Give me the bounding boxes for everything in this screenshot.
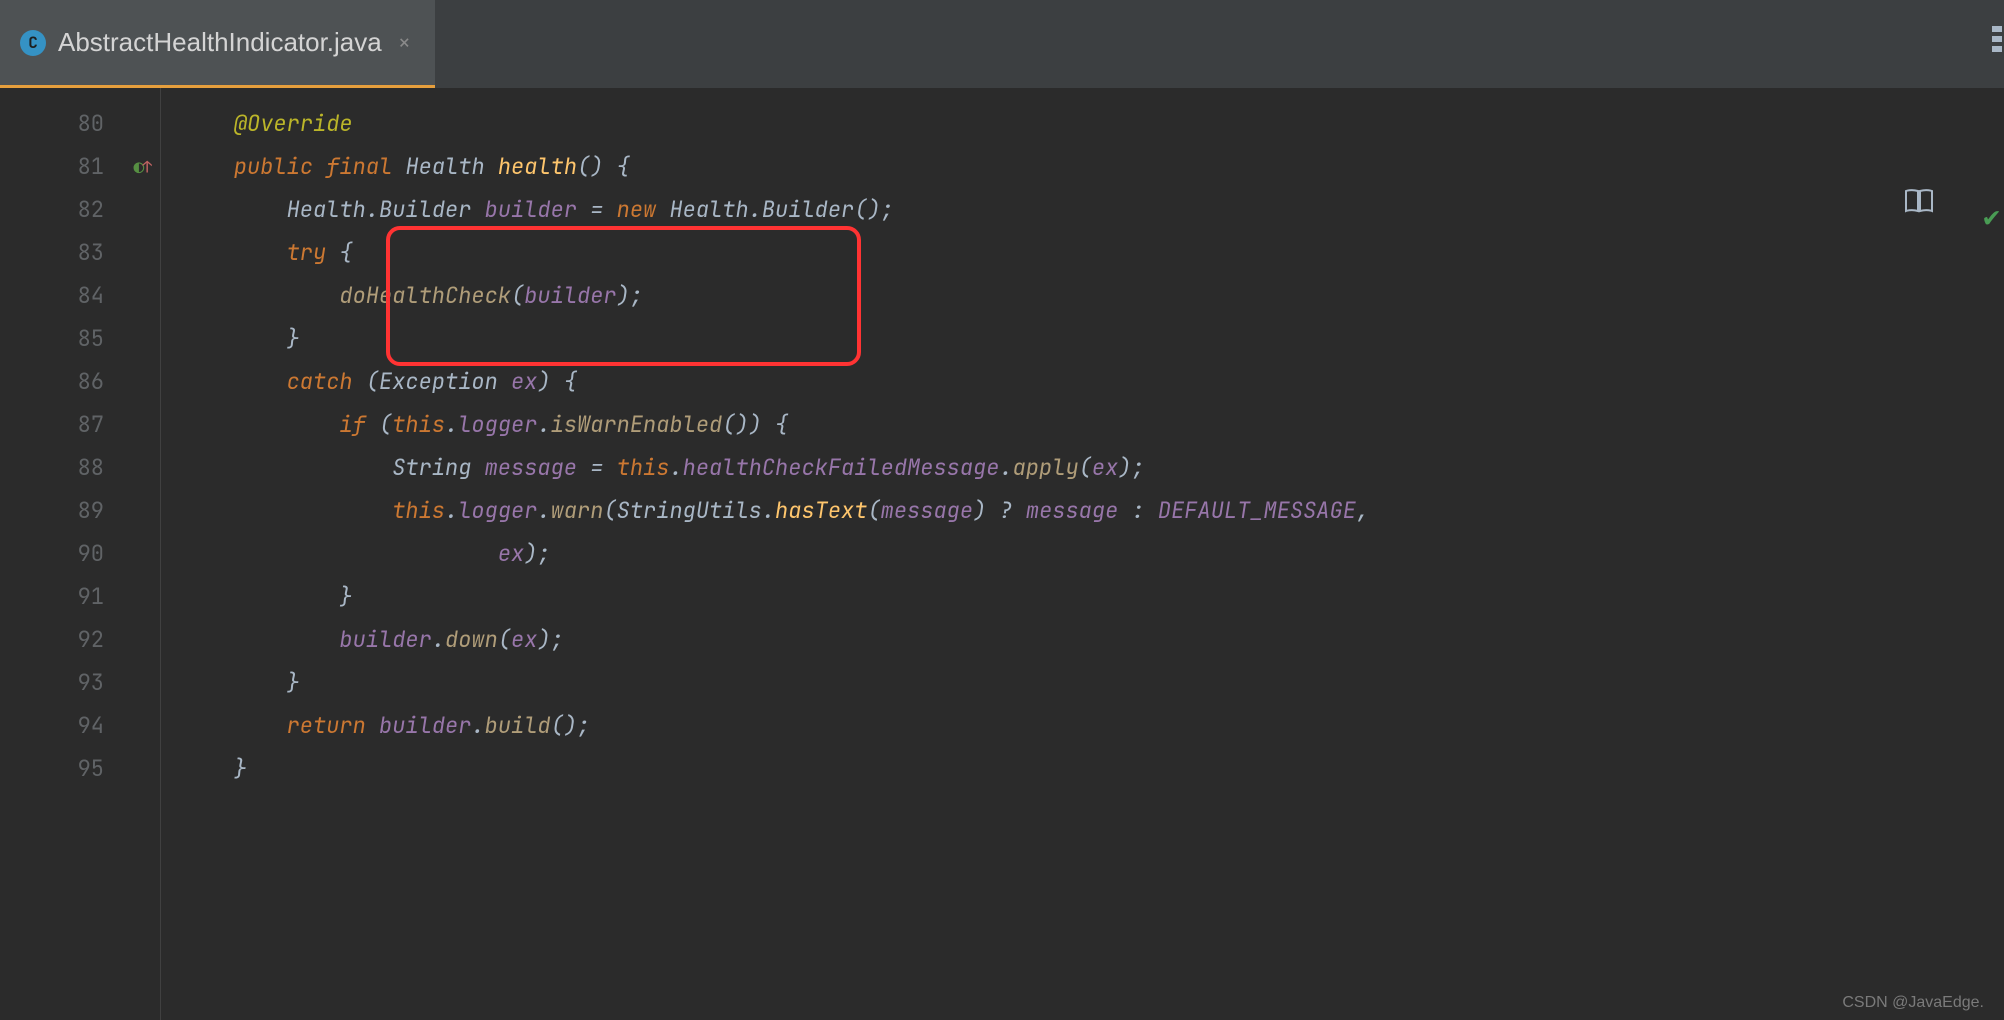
code-line: this.logger.warn(StringUtils.hasText(mes… (161, 489, 2004, 532)
code-line: doHealthCheck(builder); (161, 274, 2004, 317)
line-number: 94 (78, 704, 104, 747)
file-tab[interactable]: C AbstractHealthIndicator.java × (0, 0, 435, 88)
class-file-icon: C (20, 30, 46, 56)
line-number: 89 (78, 489, 104, 532)
line-number: 80 (78, 102, 104, 145)
code-line: } (161, 747, 2004, 790)
code-line: Health.Builder builder = new Health.Buil… (161, 188, 2004, 231)
line-number: 95 (78, 747, 104, 790)
line-number: 82 (78, 188, 104, 231)
more-menu-icon[interactable] (1992, 26, 2004, 52)
code-line: String message = this.healthCheckFailedM… (161, 446, 2004, 489)
line-number: 84 (78, 274, 104, 317)
tab-bar: C AbstractHealthIndicator.java × (0, 0, 2004, 88)
line-number: 90 (78, 532, 104, 575)
code-line: builder.down(ex); (161, 618, 2004, 661)
code-line: ex); (161, 532, 2004, 575)
code-content[interactable]: @Override public final Health health() {… (160, 88, 2004, 1020)
reader-mode-icon[interactable] (1904, 188, 1934, 221)
code-line: catch (Exception ex) { (161, 360, 2004, 403)
inspection-ok-icon[interactable]: ✔ (1983, 198, 2000, 235)
line-number: 87 (78, 403, 104, 446)
watermark-text: CSDN @JavaEdge. (1842, 994, 1984, 1012)
line-number: 93 (78, 661, 104, 704)
code-line: @Override (161, 102, 2004, 145)
line-number: 85 (78, 317, 104, 360)
line-number: 86 (78, 360, 104, 403)
code-line: } (161, 661, 2004, 704)
code-line: if (this.logger.isWarnEnabled()) { (161, 403, 2004, 446)
code-line: public final Health health() { (161, 145, 2004, 188)
code-editor[interactable]: 80 81 ◐ 82 83 84 85 86 87 88 89 90 91 92… (0, 88, 2004, 1020)
line-number: 91 (78, 575, 104, 618)
line-number: 83 (78, 231, 104, 274)
override-gutter-icon[interactable]: ◐ (134, 145, 152, 188)
code-line: } (161, 575, 2004, 618)
close-icon[interactable]: × (394, 32, 415, 54)
code-line: return builder.build(); (161, 704, 2004, 747)
tab-filename: AbstractHealthIndicator.java (58, 27, 382, 58)
line-number: 81 (78, 145, 104, 188)
line-number: 92 (78, 618, 104, 661)
line-gutter: 80 81 ◐ 82 83 84 85 86 87 88 89 90 91 92… (0, 88, 160, 1020)
code-line: } (161, 317, 2004, 360)
code-line: try { (161, 231, 2004, 274)
line-number: 88 (78, 446, 104, 489)
